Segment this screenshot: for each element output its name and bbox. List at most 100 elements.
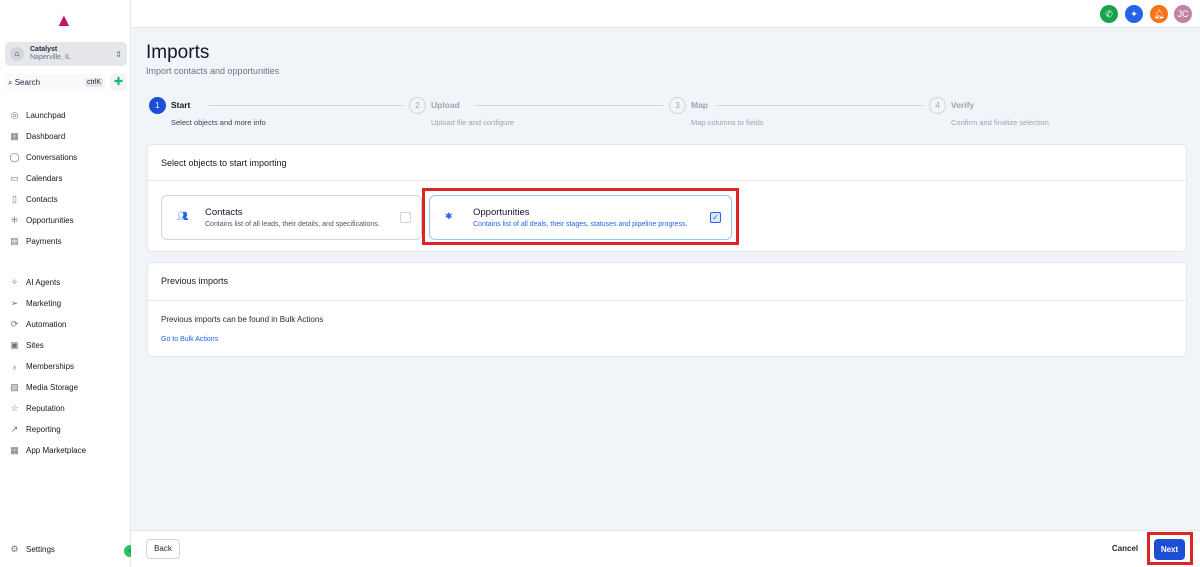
sidebar-item-label: Media Storage bbox=[26, 383, 79, 392]
sidebar-item-calendars[interactable]: ▭ Calendars bbox=[0, 168, 131, 189]
account-location: Naperville, IL bbox=[30, 54, 71, 61]
account-switcher[interactable]: ⌂ Catalyst Naperville, IL ⇕ bbox=[5, 42, 127, 66]
step-number: 1 bbox=[149, 97, 166, 114]
sidebar-item-label: Conversations bbox=[26, 153, 78, 162]
sidebar-item-marketing[interactable]: ➢ Marketing bbox=[0, 293, 131, 314]
gear-icon: ⚙ bbox=[10, 544, 19, 554]
step-number: 2 bbox=[409, 97, 426, 114]
account-icon: ⌂ bbox=[10, 47, 24, 61]
sidebar-item-label: Marketing bbox=[26, 299, 62, 308]
sidebar-item-label: Calendars bbox=[26, 174, 63, 183]
sidebar-item-sites[interactable]: ▣ Sites bbox=[0, 335, 131, 356]
step-desc: Select objects and more info bbox=[171, 118, 266, 127]
search-button[interactable]: ⌕ Search ctrlK bbox=[5, 74, 106, 91]
object-desc: Contains list of all leads, their detail… bbox=[205, 221, 380, 228]
payments-icon: ▤ bbox=[10, 236, 19, 246]
object-title: Contacts bbox=[205, 207, 243, 218]
phone-button[interactable]: ✆ bbox=[1100, 5, 1118, 23]
sidebar-item-conversations[interactable]: ◯ Conversations bbox=[0, 147, 131, 168]
cancel-button[interactable]: Cancel bbox=[1109, 539, 1141, 559]
sidebar-item-label: Memberships bbox=[26, 362, 75, 371]
rocket-icon: ◎ bbox=[10, 110, 19, 120]
sidebar-item-launchpad[interactable]: ◎ Launchpad bbox=[0, 105, 131, 126]
sidebar-item-contacts[interactable]: ▯ Contacts bbox=[0, 189, 131, 210]
step-number: 4 bbox=[929, 97, 946, 114]
star-icon: ☆ bbox=[10, 403, 19, 413]
sidebar-item-media-storage[interactable]: ▨ Media Storage bbox=[0, 377, 131, 398]
quick-add-button[interactable]: ✚ bbox=[110, 74, 127, 91]
bulk-actions-link[interactable]: Go to Bulk Actions bbox=[161, 336, 218, 343]
card-title: Select objects to start importing bbox=[148, 145, 1186, 181]
sidebar-item-label: Contacts bbox=[26, 195, 58, 204]
step-number: 3 bbox=[669, 97, 686, 114]
previous-imports-text: Previous imports can be found in Bulk Ac… bbox=[161, 315, 324, 324]
chart-icon: ↗ bbox=[10, 424, 19, 434]
sidebar-item-reporting[interactable]: ↗ Reporting bbox=[0, 419, 131, 440]
chevron-updown-icon: ⇕ bbox=[115, 49, 122, 59]
step-label: Start bbox=[171, 100, 191, 110]
contacts-icon: ▯ bbox=[12, 194, 17, 204]
sites-icon: ▣ bbox=[10, 340, 19, 350]
step-desc: Upload file and configure bbox=[431, 118, 514, 127]
sidebar-item-label: Automation bbox=[26, 320, 67, 329]
membership-icon: ♁ bbox=[11, 361, 18, 372]
plugin-button[interactable]: ✦ bbox=[1125, 5, 1143, 23]
footer: Back Cancel Next bbox=[131, 530, 1200, 567]
chat-icon: ◯ bbox=[9, 152, 20, 162]
apps-icon: ▦ bbox=[10, 445, 19, 455]
object-option-contacts[interactable]: 👥︎ Contacts Contains list of all leads, … bbox=[161, 195, 422, 240]
notifications-button[interactable]: 🔔︎ bbox=[1150, 5, 1168, 23]
card-title: Previous imports bbox=[148, 263, 1186, 301]
step-label: Verify bbox=[951, 100, 975, 110]
automation-icon: ⟳ bbox=[10, 319, 19, 329]
search-label: Search bbox=[14, 78, 41, 87]
avatar[interactable]: JC bbox=[1174, 5, 1192, 23]
step-label: Map bbox=[691, 100, 708, 110]
grid-icon: ▦ bbox=[10, 131, 19, 141]
sidebar-item-settings[interactable]: ⚙ Settings bbox=[0, 539, 131, 560]
sidebar-item-label: App Marketplace bbox=[26, 446, 87, 455]
step-connector bbox=[717, 105, 923, 106]
highlight-box bbox=[422, 188, 739, 245]
sidebar-item-label: AI Agents bbox=[26, 278, 61, 287]
sidebar-item-dashboard[interactable]: ▦ Dashboard bbox=[0, 126, 131, 147]
sidebar-item-label: Reporting bbox=[26, 425, 61, 434]
sidebar-item-label: Settings bbox=[26, 545, 55, 554]
step-desc: Map columns to fields bbox=[691, 118, 764, 127]
sidebar-item-label: Reputation bbox=[26, 404, 65, 413]
step-connector bbox=[475, 105, 663, 106]
back-button[interactable]: Back bbox=[146, 539, 180, 559]
page-subtitle: Import contacts and opportunities bbox=[146, 66, 280, 76]
page-title: Imports bbox=[146, 42, 210, 63]
sidebar-item-ai-agents[interactable]: ✧ AI Agents bbox=[0, 272, 131, 293]
sidebar-item-label: Payments bbox=[26, 237, 62, 246]
sparkle-icon: ✧ bbox=[10, 277, 19, 287]
contacts-icon: 👥︎ bbox=[177, 211, 189, 221]
opportunities-icon: ⁜ bbox=[10, 215, 19, 225]
step-connector bbox=[209, 105, 403, 106]
nav-secondary: ✧ AI Agents ➢ Marketing ⟳ Automation ▣ Sites ♁ Me… bbox=[0, 272, 131, 461]
contacts-checkbox[interactable] bbox=[400, 212, 411, 223]
sidebar: ▲ ⌂ Catalyst Naperville, IL ⇕ ⌕ Search ctr… bbox=[0, 0, 136, 567]
image-icon: ▨ bbox=[10, 382, 19, 392]
sidebar-item-automation[interactable]: ⟳ Automation bbox=[0, 314, 131, 335]
step-label: Upload bbox=[431, 100, 460, 110]
topbar: ✆ ✦ 🔔︎ JC bbox=[131, 0, 1200, 28]
search-shortcut: ctrlK bbox=[85, 78, 103, 87]
previous-imports-card: Previous imports Previous imports can be… bbox=[147, 262, 1187, 357]
sidebar-item-label: Sites bbox=[26, 341, 44, 350]
sidebar-item-label: Launchpad bbox=[26, 111, 66, 120]
logo-icon: ▲ bbox=[55, 10, 73, 30]
highlight-box bbox=[1147, 532, 1193, 565]
account-name: Catalyst bbox=[30, 46, 58, 53]
calendar-icon: ▭ bbox=[10, 173, 19, 183]
nav-main: ◎ Launchpad ▦ Dashboard ◯ Conversations ▭ Calen… bbox=[0, 105, 131, 252]
sidebar-item-memberships[interactable]: ♁ Memberships bbox=[0, 356, 131, 377]
sidebar-item-label: Dashboard bbox=[26, 132, 66, 141]
search-icon: ⌕ bbox=[8, 77, 15, 87]
sidebar-item-reputation[interactable]: ☆ Reputation bbox=[0, 398, 131, 419]
sidebar-item-label: Opportunities bbox=[26, 216, 74, 225]
sidebar-item-opportunities[interactable]: ⁜ Opportunities bbox=[0, 210, 131, 231]
sidebar-item-app-marketplace[interactable]: ▦ App Marketplace bbox=[0, 440, 131, 461]
sidebar-item-payments[interactable]: ▤ Payments bbox=[0, 231, 131, 252]
